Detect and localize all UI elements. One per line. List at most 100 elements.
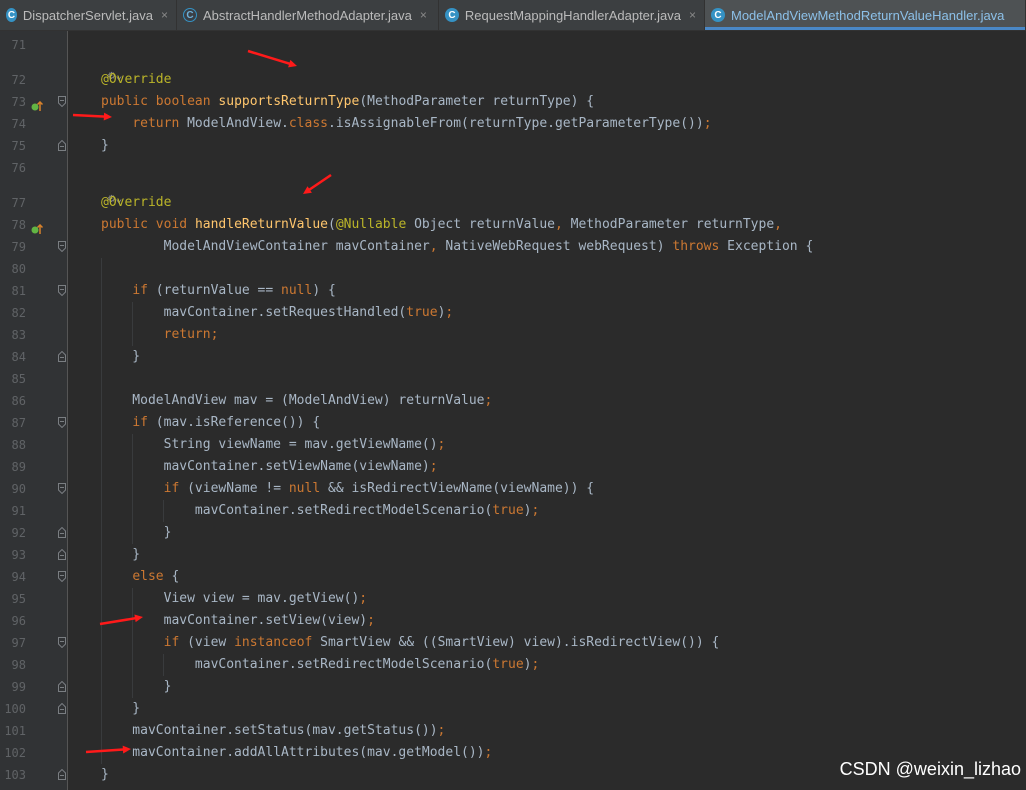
code-token: mavContainer.addAllAttributes(mav.getMod…: [101, 745, 485, 760]
code-text[interactable]: @Override: [101, 192, 171, 214]
fold-collapse-icon[interactable]: [58, 241, 66, 252]
code-token: true: [492, 657, 524, 672]
code-text[interactable]: ModelAndViewContainer mavContainer, Nati…: [101, 236, 814, 258]
code-text[interactable]: mavContainer.setRedirectModelScenario(tr…: [101, 500, 539, 522]
code-token: ;: [437, 723, 446, 738]
code-editor[interactable]: 71 ⚙⌄ 72 @Override 73 public boolean supports…: [0, 31, 1026, 790]
code-line: 87 if (mav.isReference()) {: [0, 412, 1026, 434]
code-text[interactable]: if (view instanceof SmartView && ((Smart…: [101, 632, 720, 654]
code-token: mavContainer.setRedirectModelScenario(: [101, 657, 493, 672]
code-text[interactable]: mavContainer.setRequestHandled(true);: [101, 302, 454, 324]
tab-3[interactable]: C ModelAndViewMethodReturnValueHandler.ja…: [705, 0, 1026, 30]
code-line: 80: [0, 258, 1026, 280]
line-number: 94: [11, 570, 26, 584]
code-token: ;: [484, 393, 493, 408]
code-text[interactable]: String viewName = mav.getViewName();: [101, 434, 446, 456]
line-number: 84: [11, 350, 26, 364]
code-text[interactable]: if (viewName != null && isRedirectViewNa…: [101, 478, 594, 500]
code-line: 84 }: [0, 346, 1026, 368]
indent-guide: [132, 302, 133, 346]
code-token: Exception {: [727, 239, 814, 254]
code-text[interactable]: public void handleReturnValue(@Nullable …: [101, 214, 782, 236]
indent-guide: [132, 588, 133, 698]
fold-end-icon[interactable]: [58, 140, 66, 151]
tab-1[interactable]: C AbstractHandlerMethodAdapter.java ×: [177, 0, 439, 30]
code-line: 94 else {: [0, 566, 1026, 588]
code-text[interactable]: return;: [101, 324, 219, 346]
code-text[interactable]: }: [101, 544, 140, 566]
fold-end-icon[interactable]: [58, 703, 66, 714]
code-text[interactable]: }: [101, 676, 172, 698]
code-token: MethodParameter returnType: [570, 217, 775, 232]
code-text[interactable]: mavContainer.setRedirectModelScenario(tr…: [101, 654, 539, 676]
code-text[interactable]: }: [101, 135, 109, 157]
code-line: 78 public void handleReturnValue(@Nullabl…: [0, 214, 1026, 236]
code-line: 92 }: [0, 522, 1026, 544]
code-token: @Override: [101, 72, 172, 87]
code-line: 83 return;: [0, 324, 1026, 346]
code-line: 72 @Override: [0, 69, 1026, 91]
fold-end-icon[interactable]: [58, 769, 66, 780]
fold-collapse-icon[interactable]: [58, 285, 66, 296]
code-text[interactable]: mavContainer.setViewName(viewName);: [101, 456, 438, 478]
line-number: 85: [11, 372, 26, 386]
line-number: 98: [11, 658, 26, 672]
fold-collapse-icon[interactable]: [58, 571, 66, 582]
code-text[interactable]: @Override: [101, 69, 171, 91]
red-annotation-arrow: [72, 112, 112, 121]
code-text[interactable]: mavContainer.setStatus(mav.getStatus());: [101, 720, 445, 742]
close-icon[interactable]: ×: [161, 8, 168, 22]
tab-label: AbstractHandlerMethodAdapter.java: [203, 7, 412, 23]
code-token: }: [101, 767, 109, 782]
code-line: 86 ModelAndView mav = (ModelAndView) ret…: [0, 390, 1026, 412]
line-number: 103: [4, 768, 26, 782]
code-token: true: [492, 503, 524, 518]
code-line: 96 mavContainer.setView(view);: [0, 610, 1026, 632]
fold-collapse-icon[interactable]: [58, 417, 66, 428]
code-text[interactable]: }: [101, 698, 140, 720]
code-token: ,: [555, 217, 571, 232]
close-icon[interactable]: ×: [420, 8, 427, 22]
code-text[interactable]: if (returnValue == null) {: [101, 280, 336, 302]
code-text[interactable]: mavContainer.addAllAttributes(mav.getMod…: [101, 742, 492, 764]
code-line: 85: [0, 368, 1026, 390]
code-text[interactable]: }: [101, 346, 140, 368]
code-text[interactable]: ModelAndView mav = (ModelAndView) return…: [101, 390, 492, 412]
indent-guide: [101, 258, 102, 764]
line-number: 78: [11, 218, 26, 232]
indent-guide: [163, 500, 164, 522]
fold-end-icon[interactable]: [58, 527, 66, 538]
tab-0[interactable]: C DispatcherServlet.java ×: [0, 0, 177, 30]
code-line: 77 @Override: [0, 192, 1026, 214]
watermark: CSDN @weixin_lizhao: [839, 759, 1021, 779]
fold-end-icon[interactable]: [58, 351, 66, 362]
code-token: handleReturnValue: [194, 217, 328, 232]
code-text[interactable]: if (mav.isReference()) {: [101, 412, 320, 434]
code-token: }: [101, 679, 172, 694]
line-number: 89: [11, 460, 26, 474]
code-text[interactable]: }: [101, 764, 109, 786]
tab-label: DispatcherServlet.java: [22, 7, 153, 23]
fold-end-icon[interactable]: [58, 549, 66, 560]
code-text[interactable]: }: [101, 522, 172, 544]
code-line: 82 mavContainer.setRequestHandled(true);: [0, 302, 1026, 324]
close-icon[interactable]: ×: [689, 8, 696, 22]
line-number: 92: [11, 526, 26, 540]
tab-2[interactable]: C RequestMappingHandlerAdapter.java ×: [439, 0, 705, 30]
code-line: 89 mavContainer.setViewName(viewName);: [0, 456, 1026, 478]
code-token: ;: [703, 116, 712, 131]
fold-collapse-icon[interactable]: [58, 637, 66, 648]
code-text[interactable]: return ModelAndView.class.isAssignableFr…: [101, 113, 712, 135]
code-token: if: [132, 415, 156, 430]
code-token: && isRedirectViewName(viewName)) {: [328, 481, 595, 496]
fold-end-icon[interactable]: [58, 681, 66, 692]
code-token: ;: [445, 305, 454, 320]
code-text[interactable]: else {: [101, 566, 179, 588]
code-token: return;: [163, 327, 219, 342]
code-text[interactable]: public boolean supportsReturnType(Method…: [101, 91, 594, 113]
fold-collapse-icon[interactable]: [58, 483, 66, 494]
editor-tab-bar: C DispatcherServlet.java × C AbstractHandler…: [0, 0, 1026, 31]
code-token: supportsReturnType: [218, 94, 360, 109]
code-token: }: [101, 547, 141, 562]
